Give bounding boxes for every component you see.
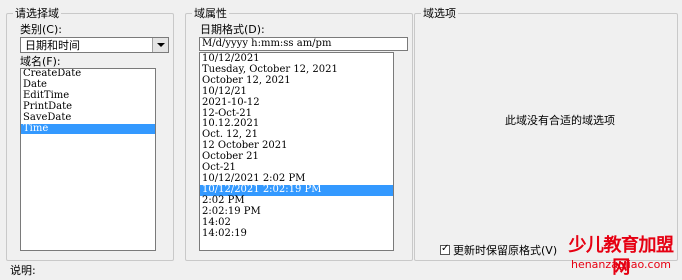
date-format-list[interactable]: 10/12/2021 Tuesday, October 12, 2021 Octob… (199, 52, 394, 251)
watermark-url: henanzaojiao.com (570, 258, 672, 271)
description-label: 说明: (10, 264, 36, 277)
category-dropdown[interactable]: 日期和时间 (20, 37, 169, 53)
preserve-formatting-label[interactable]: 更新时保留原格式(V) (453, 244, 557, 257)
date-format-item[interactable]: 14:02:19 (200, 228, 393, 240)
date-format-item[interactable]: 14:02 (200, 217, 393, 229)
date-format-label: 日期格式(D): (200, 23, 265, 36)
date-format-item[interactable]: 2021-10-12 (200, 97, 393, 109)
watermark-title: 少儿教育加盟网 (568, 235, 675, 278)
chevron-down-icon[interactable] (152, 38, 168, 52)
preserve-formatting-checkbox[interactable] (440, 243, 450, 255)
field-properties-group-title: 域属性 (192, 7, 229, 20)
date-format-item[interactable]: 10/12/21 (200, 86, 393, 98)
category-label: 类别(C): (20, 23, 62, 36)
field-name-item[interactable]: SaveDate (21, 112, 155, 124)
field-names-label: 域名(F): (20, 55, 61, 68)
category-dropdown-value: 日期和时间 (25, 39, 80, 52)
field-options-group-title: 域选项 (421, 7, 458, 20)
field-options-group: 域选项 (414, 7, 678, 261)
field-name-item[interactable]: Time (21, 123, 155, 135)
choose-field-group-title: 请选择域 (13, 7, 61, 20)
date-format-item[interactable]: 2:02:19 PM (200, 206, 393, 218)
field-names-list[interactable]: CreateDate Date EditTime PrintDate SaveDate T… (20, 68, 156, 251)
field-name-item[interactable]: PrintDate (21, 101, 155, 113)
date-format-input[interactable]: M/d/yyyy h:mm:ss am/pm (199, 37, 408, 51)
no-field-options-message: 此域没有合适的域选项 (505, 114, 615, 127)
